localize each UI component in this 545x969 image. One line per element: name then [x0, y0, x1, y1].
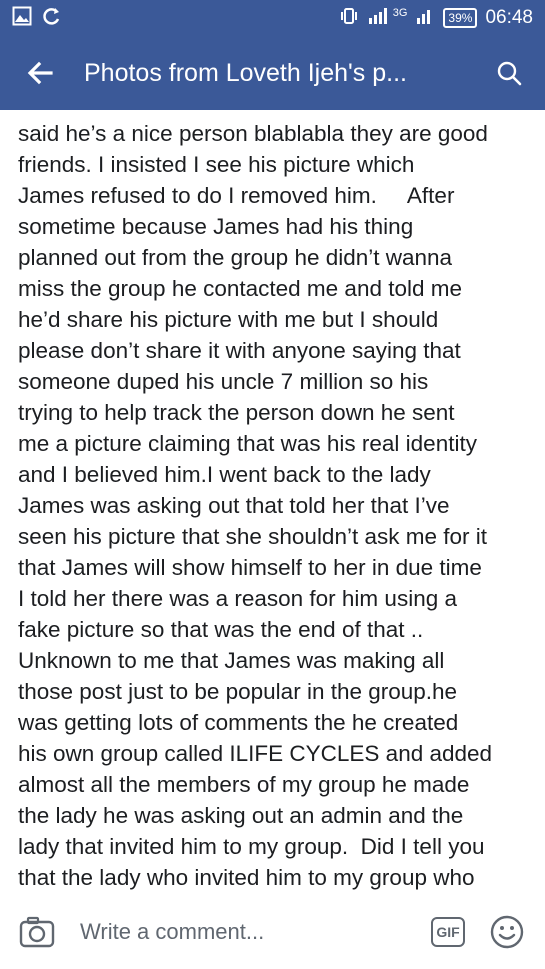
post-caption: said he’s a nice person blablabla they a… — [18, 118, 533, 893]
caption-line: said he’s a nice person blablabla they a… — [18, 121, 488, 146]
caption-line: lady that invited him to my group. Did I… — [18, 834, 485, 859]
caption-line: I told her there was a reason for him us… — [18, 586, 457, 611]
clock: 06:48 — [485, 7, 533, 28]
app-bar: Photos from Loveth Ijeh's p... — [0, 36, 545, 110]
signal-icon-2 — [415, 6, 435, 31]
caption-line: almost all the members of my group he ma… — [18, 772, 470, 797]
back-arrow-icon[interactable] — [24, 57, 56, 89]
caption-line: was getting lots of comments the he crea… — [18, 710, 459, 735]
caption-line: his own group called ILIFE CYCLES and ad… — [18, 741, 493, 766]
camera-icon[interactable] — [18, 913, 56, 951]
network-type: 3G — [392, 7, 408, 19]
battery-indicator: 39% — [443, 8, 478, 28]
comment-bar: Write a comment... GIF — [0, 895, 545, 969]
caption-line: planned out from the group he didn’t wan… — [18, 245, 453, 270]
page-title: Photos from Loveth Ijeh's p... — [84, 58, 407, 87]
search-icon[interactable] — [491, 55, 527, 91]
gallery-notification-icon — [12, 6, 32, 31]
status-left-icons — [12, 6, 62, 31]
caption-line: sometime because James had his thing — [18, 214, 414, 239]
sync-notification-icon — [42, 6, 62, 31]
caption-line: that James will show himself to her in d… — [18, 555, 482, 580]
emoji-smile-icon[interactable] — [489, 914, 525, 950]
caption-line: Unknown to me that James was making all — [18, 648, 445, 673]
signal-icon — [367, 6, 391, 31]
caption-line: the lady he was asking out an admin and … — [18, 803, 464, 828]
caption-line: James refused to do I removed him. After — [18, 183, 455, 208]
caption-line: miss the group he contacted me and told … — [18, 276, 463, 301]
caption-line: those post just to be popular in the gro… — [18, 679, 458, 704]
caption-line: please don’t share it with anyone saying… — [18, 338, 461, 363]
gif-button[interactable]: GIF — [431, 917, 465, 947]
caption-line: trying to help track the person down he … — [18, 400, 455, 425]
caption-line: seen his picture that she shouldn’t ask … — [18, 524, 487, 549]
comment-input[interactable]: Write a comment... — [80, 919, 431, 945]
caption-line: friends. I insisted I see his picture wh… — [18, 152, 415, 177]
caption-line: me a picture claiming that was his real … — [18, 431, 477, 456]
caption-line: James was asking out that told her that … — [18, 493, 450, 518]
photo-caption-area[interactable]: said he’s a nice person blablabla they a… — [0, 110, 545, 895]
caption-line: that the lady who invited him to my grou… — [18, 865, 475, 890]
caption-line: someone duped his uncle 7 million so his — [18, 369, 429, 394]
caption-line: fake picture so that was the end of that… — [18, 617, 424, 642]
vibrate-icon — [339, 6, 359, 31]
caption-line: and I believed him.I went back to the la… — [18, 462, 431, 487]
status-bar: 3G 39% 06:48 — [0, 0, 545, 36]
caption-line: he’d share his picture with me but I sho… — [18, 307, 439, 332]
status-right-icons: 3G 39% 06:48 — [339, 6, 533, 31]
